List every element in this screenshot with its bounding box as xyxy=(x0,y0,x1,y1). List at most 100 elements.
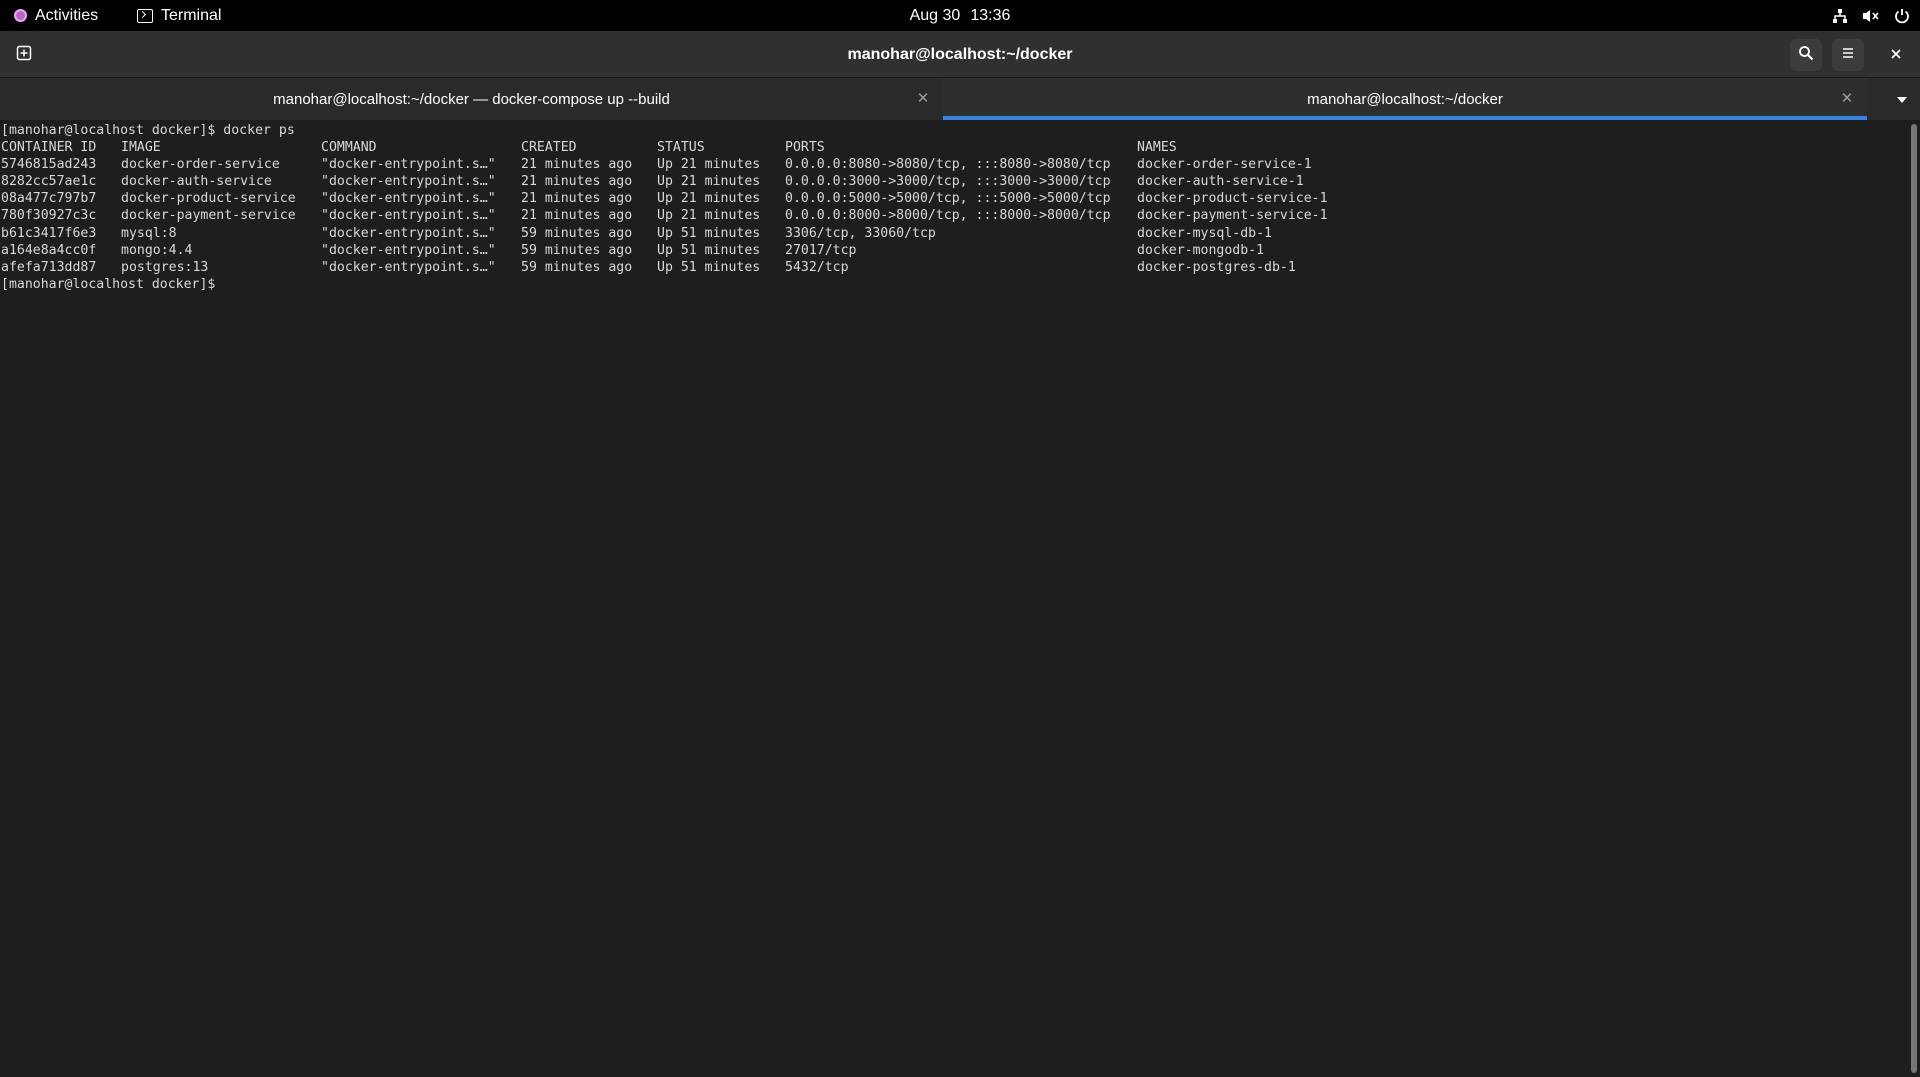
container-command: "docker-entrypoint.s…" xyxy=(321,242,496,258)
container-row: b61c3417f6e3 mysql:8 "docker-entrypoint.… xyxy=(1,225,1908,242)
container-image: postgres:13 xyxy=(121,259,209,275)
container-status: Up 21 minutes xyxy=(657,174,761,190)
new-tab-button[interactable] xyxy=(8,39,40,71)
activities-label: Activities xyxy=(35,6,99,24)
container-status: Up 21 minutes xyxy=(657,208,761,224)
container-row: 780f30927c3c docker-payment-service "doc… xyxy=(1,207,1908,224)
close-icon xyxy=(1889,46,1903,65)
window-title: manohar@localhost:~/docker xyxy=(847,45,1073,63)
terminal-scrollbar[interactable] xyxy=(1908,120,1920,1077)
container-name: docker-mongodb-1 xyxy=(1137,242,1265,258)
tab-close-icon[interactable]: ✕ xyxy=(915,91,931,107)
header-command: COMMAND xyxy=(321,140,377,156)
chevron-down-icon xyxy=(1896,91,1908,108)
scrollbar-thumb[interactable] xyxy=(1911,124,1917,1073)
tab-bar: manohar@localhost:~/docker — docker-comp… xyxy=(0,78,1920,120)
container-image: docker-auth-service xyxy=(121,174,272,190)
activities-button[interactable]: Activities xyxy=(14,0,98,31)
container-command: "docker-entrypoint.s…" xyxy=(321,259,496,275)
container-id: 08a477c797b7 xyxy=(1,191,97,207)
container-row: a164e8a4cc0f mongo:4.4 "docker-entrypoin… xyxy=(1,242,1908,259)
container-image: docker-order-service xyxy=(121,157,280,173)
container-command: "docker-entrypoint.s…" xyxy=(321,191,496,207)
container-ports: 0.0.0.0:8080->8080/tcp, :::8080->8080/tc… xyxy=(785,157,1111,173)
header-image: IMAGE xyxy=(121,140,161,156)
container-name: docker-product-service-1 xyxy=(1137,191,1328,207)
system-tray[interactable] xyxy=(1832,0,1910,31)
power-icon[interactable] xyxy=(1894,8,1910,24)
clock: Aug 30 13:36 xyxy=(0,0,1920,31)
container-row: 5746815ad243 docker-order-service "docke… xyxy=(1,156,1908,173)
container-row: 8282cc57ae1c docker-auth-service "docker… xyxy=(1,173,1908,190)
container-ports: 5432/tcp xyxy=(785,259,849,275)
window-header-bar: manohar@localhost:~/docker xyxy=(0,31,1920,78)
container-id: 780f30927c3c xyxy=(1,208,97,224)
container-row: 08a477c797b7 docker-product-service "doc… xyxy=(1,190,1908,207)
container-image: docker-payment-service xyxy=(121,208,296,224)
container-id: afefa713dd87 xyxy=(1,259,97,275)
header-status: STATUS xyxy=(657,140,705,156)
container-id: a164e8a4cc0f xyxy=(1,242,97,258)
gnome-top-bar: Activities Terminal Aug 30 13:36 xyxy=(0,0,1920,31)
header-created: CREATED xyxy=(521,140,577,156)
terminal-command-line: [manohar@localhost docker]$ docker ps xyxy=(1,123,295,138)
app-menu-button[interactable]: Terminal xyxy=(137,0,221,31)
tab-label: manohar@localhost:~/docker — docker-comp… xyxy=(273,90,670,108)
container-id: 5746815ad243 xyxy=(1,157,97,173)
window-title-container: manohar@localhost:~/docker xyxy=(0,31,1920,78)
clock-date[interactable]: Aug 30 xyxy=(910,7,961,25)
terminal-app-icon xyxy=(137,8,153,23)
container-command: "docker-entrypoint.s…" xyxy=(321,225,496,241)
container-ports: 3306/tcp, 33060/tcp xyxy=(785,225,936,241)
terminal-output[interactable]: [manohar@localhost docker]$ docker ps CO… xyxy=(0,120,1908,1077)
container-image: docker-product-service xyxy=(121,191,296,207)
container-id: 8282cc57ae1c xyxy=(1,174,97,190)
activities-icon xyxy=(14,9,27,22)
container-name: docker-auth-service-1 xyxy=(1137,174,1304,190)
container-status: Up 51 minutes xyxy=(657,242,761,258)
tab-docker-compose[interactable]: manohar@localhost:~/docker — docker-comp… xyxy=(0,78,943,120)
search-button[interactable] xyxy=(1790,39,1822,71)
container-created: 59 minutes ago xyxy=(521,225,633,241)
container-status: Up 51 minutes xyxy=(657,225,761,241)
tab-list-dropdown[interactable] xyxy=(1884,78,1920,120)
container-name: docker-payment-service-1 xyxy=(1137,208,1328,224)
close-window-button[interactable] xyxy=(1880,39,1912,71)
container-ports: 27017/tcp xyxy=(785,242,857,258)
terminal-prompt: [manohar@localhost docker]$ xyxy=(1,276,216,292)
container-row: afefa713dd87 postgres:13 "docker-entrypo… xyxy=(1,259,1908,276)
header-container-id: CONTAINER ID xyxy=(1,140,97,156)
tab-docker-shell[interactable]: manohar@localhost:~/docker ✕ xyxy=(943,78,1867,120)
header-ports: PORTS xyxy=(785,140,825,156)
network-icon[interactable] xyxy=(1832,8,1848,24)
app-menu-label: Terminal xyxy=(161,6,222,24)
container-name: docker-mysql-db-1 xyxy=(1137,225,1272,241)
clock-time[interactable]: 13:36 xyxy=(970,7,1010,25)
container-created: 21 minutes ago xyxy=(521,174,633,190)
container-image: mongo:4.4 xyxy=(121,242,193,258)
search-icon xyxy=(1798,45,1814,65)
docker-ps-header-row: CONTAINER ID IMAGE COMMAND CREATED STATU… xyxy=(1,139,1908,156)
main-menu-button[interactable] xyxy=(1832,39,1864,71)
container-created: 59 minutes ago xyxy=(521,259,633,275)
container-status: Up 21 minutes xyxy=(657,157,761,173)
tab-label: manohar@localhost:~/docker xyxy=(1307,90,1503,108)
volume-muted-icon[interactable] xyxy=(1862,8,1880,24)
container-ports: 0.0.0.0:3000->3000/tcp, :::3000->3000/tc… xyxy=(785,174,1111,190)
container-ports: 0.0.0.0:5000->5000/tcp, :::5000->5000/tc… xyxy=(785,191,1111,207)
container-image: mysql:8 xyxy=(121,225,177,241)
container-name: docker-order-service-1 xyxy=(1137,157,1312,173)
container-ports: 0.0.0.0:8000->8000/tcp, :::8000->8000/tc… xyxy=(785,208,1111,224)
container-status: Up 21 minutes xyxy=(657,191,761,207)
container-name: docker-postgres-db-1 xyxy=(1137,259,1296,275)
container-status: Up 51 minutes xyxy=(657,259,761,275)
new-tab-icon xyxy=(16,45,32,65)
container-command: "docker-entrypoint.s…" xyxy=(321,208,496,224)
hamburger-menu-icon xyxy=(1840,45,1856,65)
container-created: 59 minutes ago xyxy=(521,242,633,258)
header-names: NAMES xyxy=(1137,140,1177,156)
tab-close-icon[interactable]: ✕ xyxy=(1839,91,1855,107)
container-command: "docker-entrypoint.s…" xyxy=(321,157,496,173)
container-command: "docker-entrypoint.s…" xyxy=(321,174,496,190)
container-id: b61c3417f6e3 xyxy=(1,225,97,241)
